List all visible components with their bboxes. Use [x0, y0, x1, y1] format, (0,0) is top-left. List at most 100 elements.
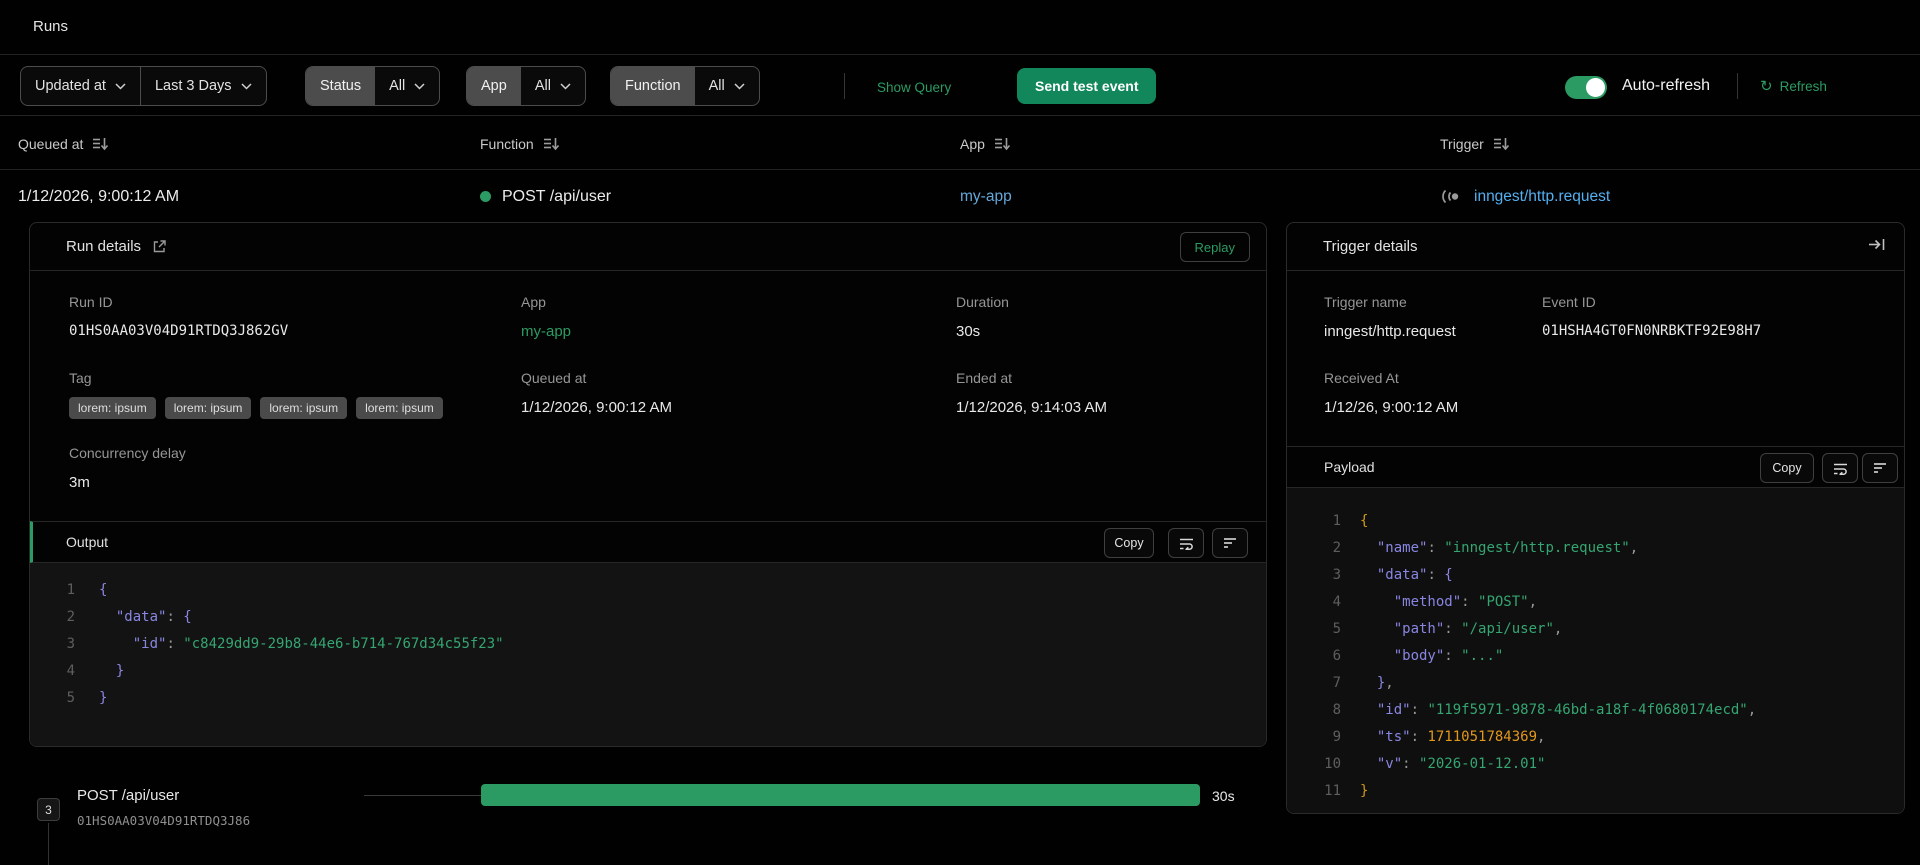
- wrap-text-button[interactable]: [1822, 453, 1858, 483]
- payload-code-line: 7 },: [1287, 670, 1904, 697]
- timeline-step-id: 01HS0AA03V04D91RTDQ3J86: [77, 813, 251, 828]
- run-row-trigger: inngest/http.request: [1440, 171, 1610, 222]
- code-line-text: "method": "POST",: [1393, 594, 1538, 610]
- app-link[interactable]: my-app: [521, 323, 571, 340]
- refresh-icon: ↻: [1760, 78, 1773, 95]
- field-duration: Duration 30s: [956, 294, 1009, 340]
- send-test-event-button[interactable]: Send test event: [1017, 68, 1157, 104]
- auto-refresh-toggle[interactable]: [1565, 76, 1607, 99]
- code-line-text: "ts": 1711051784369,: [1376, 729, 1546, 745]
- status-dot: [480, 191, 491, 202]
- output-code-block[interactable]: 1{2 "data": {3 "id": "c8429dd9-29b8-44e6…: [30, 563, 1266, 746]
- tag-chip: lorem: ipsum: [356, 397, 443, 419]
- wrap-text-icon: [1833, 463, 1847, 475]
- sort-icon: [543, 138, 559, 151]
- code-line-text: }: [115, 663, 125, 679]
- chevron-down-icon: [560, 82, 571, 90]
- sort-icon: [994, 138, 1011, 151]
- external-link-icon[interactable]: [152, 239, 167, 254]
- code-line-text: "id": "c8429dd9-29b8-44e6-b714-767d34c55…: [132, 636, 504, 652]
- timeline-connector-vertical: [48, 823, 49, 865]
- code-line-text: "data": {: [115, 609, 192, 625]
- function-filter-dropdown[interactable]: All: [695, 67, 759, 105]
- refresh-button[interactable]: ↻ Refresh: [1760, 79, 1827, 94]
- align-left-lines-icon: [1874, 463, 1886, 473]
- payload-code-line: 10 "v": "2026-01-12.01": [1287, 751, 1904, 778]
- output-title: Output: [66, 534, 109, 550]
- payload-code-line: 3 "data": {: [1287, 562, 1904, 589]
- payload-code-line: 6 "body": "...": [1287, 643, 1904, 670]
- payload-section-header: Payload Copy: [1287, 446, 1904, 488]
- app-filter-name: App: [467, 67, 521, 105]
- wrap-text-button[interactable]: [1168, 528, 1204, 558]
- toggle-knob: [1586, 78, 1605, 97]
- app-link[interactable]: my-app: [960, 188, 1012, 206]
- timeline-duration-bar[interactable]: [481, 784, 1200, 806]
- align-left-lines-icon: [1224, 538, 1236, 548]
- top-bar: Runs: [0, 0, 1920, 55]
- runs-table-header: Queued at Function App Trigger: [0, 117, 1920, 170]
- column-header-trigger[interactable]: Trigger: [1440, 117, 1510, 170]
- run-row-app: my-app: [960, 171, 1012, 222]
- trigger-details-panel: Trigger details Trigger name inngest/htt…: [1286, 222, 1905, 814]
- status-filter-dropdown[interactable]: All: [375, 67, 439, 105]
- timeline-duration-label: 30s: [1212, 788, 1235, 804]
- code-line-text: "id": "119f5971-9878-46bd-a18f-4f0680174…: [1376, 702, 1757, 718]
- output-code-line: 5}: [30, 685, 1266, 712]
- column-header-queued-at[interactable]: Queued at: [18, 117, 109, 170]
- column-header-app[interactable]: App: [960, 117, 1011, 170]
- code-line-text: {: [99, 582, 108, 598]
- trigger-details-header: Trigger details: [1287, 223, 1904, 271]
- toolbar-divider: [1737, 73, 1738, 99]
- code-line-text: "path": "/api/user",: [1393, 621, 1563, 637]
- line-number: 8: [1332, 702, 1341, 718]
- line-number: 3: [1332, 567, 1341, 583]
- app-filter-dropdown[interactable]: All: [521, 67, 585, 105]
- code-line-text: "name": "inngest/http.request",: [1376, 540, 1639, 556]
- field-ended-at: Ended at 1/12/2026, 9:14:03 AM: [956, 370, 1107, 416]
- output-code-line: 2 "data": {: [30, 604, 1266, 631]
- collapse-panel-button[interactable]: [1868, 237, 1886, 252]
- line-number: 1: [66, 582, 75, 598]
- field-received-at: Received At 1/12/26, 9:00:12 AM: [1324, 370, 1459, 416]
- field-queued-at: Queued at 1/12/2026, 9:00:12 AM: [521, 370, 672, 416]
- function-filter-group: Function All: [610, 66, 760, 106]
- tag-list: lorem: ipsum lorem: ipsum lorem: ipsum lore…: [69, 397, 443, 419]
- payload-code-block[interactable]: 1{2 "name": "inngest/http.request", 3 "da…: [1287, 488, 1904, 813]
- copy-payload-button[interactable]: Copy: [1760, 453, 1814, 483]
- output-section-header: Output Copy: [30, 521, 1266, 563]
- time-range-dropdown[interactable]: Last 3 Days: [139, 67, 266, 105]
- column-header-function[interactable]: Function: [480, 117, 560, 170]
- function-filter-value: All: [708, 78, 725, 94]
- wrap-text-icon: [1179, 538, 1193, 550]
- line-number: 4: [66, 663, 75, 679]
- code-line-text: },: [1376, 675, 1394, 691]
- output-code-line: 3 "id": "c8429dd9-29b8-44e6-b714-767d34c…: [30, 631, 1266, 658]
- line-number: 10: [1324, 756, 1341, 772]
- show-query-button[interactable]: Show Query: [877, 80, 951, 95]
- step-count-badge[interactable]: 3: [37, 798, 60, 821]
- code-line-text: "body": "...": [1393, 648, 1504, 664]
- line-number: 9: [1332, 729, 1341, 745]
- run-row[interactable]: 1/12/2026, 9:00:12 AM POST /api/user my-…: [0, 171, 1920, 222]
- line-number: 5: [1332, 621, 1341, 637]
- output-code-line: 1{: [30, 577, 1266, 604]
- copy-output-button[interactable]: Copy: [1104, 528, 1154, 558]
- field-run-id: Run ID 01HS0AA03V04D91RTDQ3J862GV: [69, 294, 289, 339]
- run-details-header: Run details Replay: [30, 223, 1266, 271]
- run-id-value: 01HS0AA03V04D91RTDQ3J862GV: [69, 323, 289, 339]
- run-row-queued-at: 1/12/2026, 9:00:12 AM: [18, 187, 180, 205]
- line-number: 6: [1332, 648, 1341, 664]
- payload-code-line: 1{: [1287, 508, 1904, 535]
- payload-code-line: 5 "path": "/api/user",: [1287, 616, 1904, 643]
- auto-refresh-label: Auto-refresh: [1622, 77, 1711, 94]
- code-line-text: }: [99, 690, 108, 706]
- run-details-panel: Run details Replay Run ID 01HS0AA03V04D9…: [29, 222, 1267, 747]
- sort-field-dropdown[interactable]: Updated at: [21, 67, 140, 105]
- chevron-down-icon: [115, 82, 126, 90]
- replay-button[interactable]: Replay: [1179, 232, 1250, 262]
- line-number: 1: [1332, 513, 1341, 529]
- format-code-button[interactable]: [1862, 453, 1898, 483]
- format-code-button[interactable]: [1212, 528, 1248, 558]
- trigger-link[interactable]: inngest/http.request: [1474, 188, 1610, 206]
